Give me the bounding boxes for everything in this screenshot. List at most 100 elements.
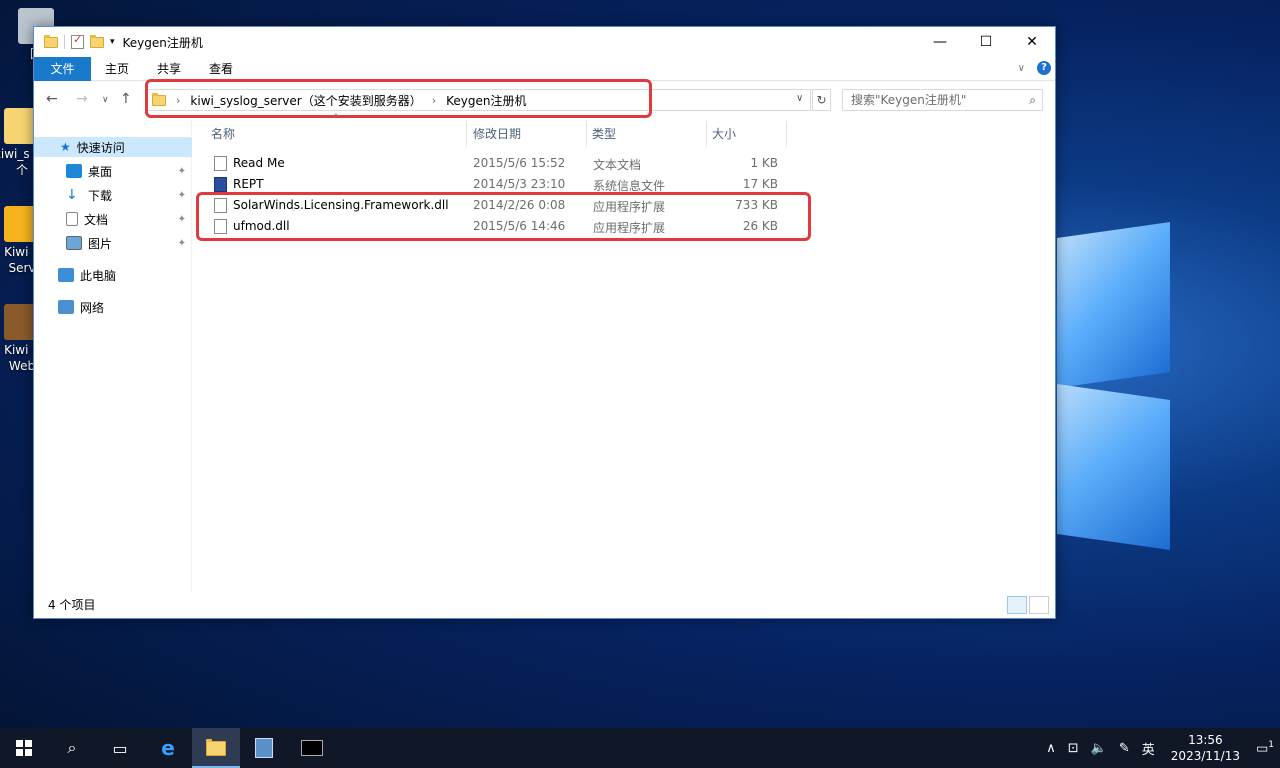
wallpaper-logo-pane — [1057, 222, 1170, 388]
close-button[interactable]: ✕ — [1009, 27, 1055, 57]
tab-file[interactable]: 文件 — [34, 56, 91, 81]
pen-icon[interactable]: ✎ — [1119, 741, 1130, 756]
column-divider — [706, 121, 707, 147]
explorer-window: ▾ Keygen注册机 — ☐ ✕ 文件 主页 共享 查看 ∨ ? ← → ∨ … — [33, 26, 1056, 619]
sidebar-item-desktop[interactable]: 桌面 ✦ — [66, 161, 192, 181]
sidebar-item-label: 快速访问 — [76, 140, 125, 155]
column-header-name[interactable]: 名称 — [211, 125, 235, 142]
tab-view[interactable]: 查看 — [195, 57, 247, 81]
sidebar-item-label: 图片 — [88, 236, 113, 251]
up-arrow-icon[interactable]: ↑ — [120, 91, 132, 107]
folder-icon — [44, 34, 58, 48]
explorer-body: ★ 快速访问 桌面 ✦ ↓ 下载 ✦ 文档 ✦ 图片 ✦ 此电脑 网络 ^ 名称… — [34, 113, 1055, 592]
column-header-size[interactable]: 大小 — [712, 125, 736, 142]
sidebar-item-pictures[interactable]: 图片 ✦ — [66, 233, 192, 253]
tab-home[interactable]: 主页 — [91, 57, 143, 81]
computer-icon — [58, 268, 74, 282]
ime-indicator[interactable]: 英 — [1142, 739, 1155, 758]
sidebar-item-documents[interactable]: 文档 ✦ — [66, 209, 192, 229]
file-date: 2014/2/26 0:08 — [473, 198, 566, 212]
system-tray: ∧ ⊡ 🔈 ✎ 英 13:56 2023/11/13 ▭1 — [1040, 728, 1280, 768]
file-name: Read Me — [233, 156, 285, 170]
pin-icon: ✦ — [177, 213, 186, 225]
maximize-button[interactable]: ☐ — [963, 27, 1009, 57]
command-prompt-icon — [301, 740, 323, 756]
sidebar-item-quick-access[interactable]: ★ 快速访问 — [34, 137, 192, 157]
sidebar-item-this-pc[interactable]: 此电脑 — [58, 265, 192, 285]
window-controls: — ☐ ✕ — [917, 27, 1055, 57]
pin-icon: ✦ — [177, 189, 186, 201]
notification-center-icon[interactable]: ▭1 — [1256, 740, 1274, 756]
sidebar-item-downloads[interactable]: ↓ 下载 ✦ — [66, 185, 192, 205]
taskbar-server-manager[interactable] — [240, 728, 288, 768]
large-icons-view-icon[interactable] — [1029, 596, 1049, 614]
dll-file-icon — [214, 198, 227, 213]
table-row[interactable]: Read Me 2015/5/6 15:52 文本文档 1 KB — [194, 153, 794, 174]
ribbon-right: ∨ ? — [1018, 61, 1051, 75]
volume-muted-icon[interactable]: 🔈 — [1091, 741, 1107, 756]
server-manager-icon — [255, 738, 273, 758]
search-icon: ⌕ — [1029, 93, 1036, 107]
file-name: SolarWinds.Licensing.Framework.dll — [233, 198, 449, 212]
table-row[interactable]: SolarWinds.Licensing.Framework.dll 2014/… — [194, 195, 794, 216]
column-header-date[interactable]: 修改日期 — [473, 125, 521, 142]
status-bar: 4 个项目 — [34, 592, 1055, 618]
clock[interactable]: 13:56 2023/11/13 — [1171, 732, 1240, 764]
ribbon-tabs: 文件 主页 共享 查看 ∨ ? — [34, 56, 1055, 81]
desktop-icon — [66, 164, 82, 178]
system-info-file-icon — [214, 177, 227, 192]
file-type: 应用程序扩展 — [593, 221, 666, 235]
help-icon[interactable]: ? — [1037, 61, 1051, 75]
taskbar-cmd[interactable] — [288, 728, 336, 768]
task-view-button[interactable]: ▭ — [96, 728, 144, 768]
task-view-icon: ▭ — [112, 738, 128, 758]
expand-ribbon-icon[interactable]: ∨ — [1018, 63, 1025, 74]
taskbar-ie[interactable]: e — [144, 728, 192, 768]
search-input[interactable]: 搜索"Keygen注册机" ⌕ — [842, 89, 1043, 111]
file-date: 2014/5/3 23:10 — [473, 177, 566, 191]
pictures-icon — [66, 236, 82, 250]
recent-locations-chevron-icon[interactable]: ∨ — [102, 95, 109, 105]
chevron-down-icon[interactable]: ▾ — [110, 37, 115, 47]
file-type: 系统信息文件 — [593, 179, 666, 193]
wallpaper-logo-pane — [1057, 384, 1170, 550]
refresh-button[interactable]: ↻ — [812, 89, 831, 111]
show-hidden-icons-chevron-icon[interactable]: ∧ — [1046, 741, 1056, 756]
minimize-button[interactable]: — — [917, 27, 963, 57]
sidebar-item-label: 此电脑 — [80, 268, 117, 283]
table-row[interactable]: REPT 2014/5/3 23:10 系统信息文件 17 KB — [194, 174, 794, 195]
sidebar-item-label: 网络 — [80, 300, 105, 315]
clock-date: 2023/11/13 — [1170, 749, 1240, 763]
tab-share[interactable]: 共享 — [143, 57, 195, 81]
file-explorer-icon — [206, 738, 226, 756]
address-dropdown-icon[interactable]: ∨ — [796, 93, 803, 104]
search-icon: ⌕ — [67, 738, 77, 757]
document-icon — [66, 212, 78, 226]
sort-ascending-icon: ^ — [332, 113, 340, 123]
new-folder-icon[interactable] — [90, 34, 104, 48]
file-type: 应用程序扩展 — [593, 200, 666, 214]
notification-count: 1 — [1268, 739, 1274, 750]
network-icon[interactable]: ⊡ — [1068, 741, 1079, 756]
taskbar-file-explorer[interactable] — [192, 728, 240, 768]
table-row[interactable]: ufmod.dll 2015/5/6 14:46 应用程序扩展 26 KB — [194, 216, 794, 237]
sidebar-item-network[interactable]: 网络 — [58, 297, 192, 317]
back-arrow-icon[interactable]: ← — [46, 91, 58, 107]
file-type: 文本文档 — [593, 158, 642, 172]
dll-file-icon — [214, 219, 227, 234]
file-date: 2015/5/6 14:46 — [473, 219, 566, 233]
details-view-icon[interactable] — [1007, 596, 1027, 614]
quick-access-toolbar: ▾ — [44, 33, 115, 49]
title-bar[interactable]: ▾ Keygen注册机 — ☐ ✕ — [34, 27, 1055, 57]
sidebar-item-label: 桌面 — [88, 164, 113, 179]
column-divider — [586, 121, 587, 147]
start-button[interactable] — [0, 728, 48, 768]
view-toggle — [1007, 596, 1049, 614]
file-list: ^ 名称 修改日期 类型 大小 Read Me 2015/5/6 15:52 文… — [194, 113, 1055, 592]
sidebar-item-label: 文档 — [84, 212, 109, 227]
column-header-type[interactable]: 类型 — [592, 125, 616, 142]
column-divider — [786, 121, 787, 147]
search-button[interactable]: ⌕ — [48, 728, 96, 768]
forward-arrow-icon[interactable]: → — [76, 91, 88, 107]
properties-icon[interactable] — [71, 33, 84, 49]
